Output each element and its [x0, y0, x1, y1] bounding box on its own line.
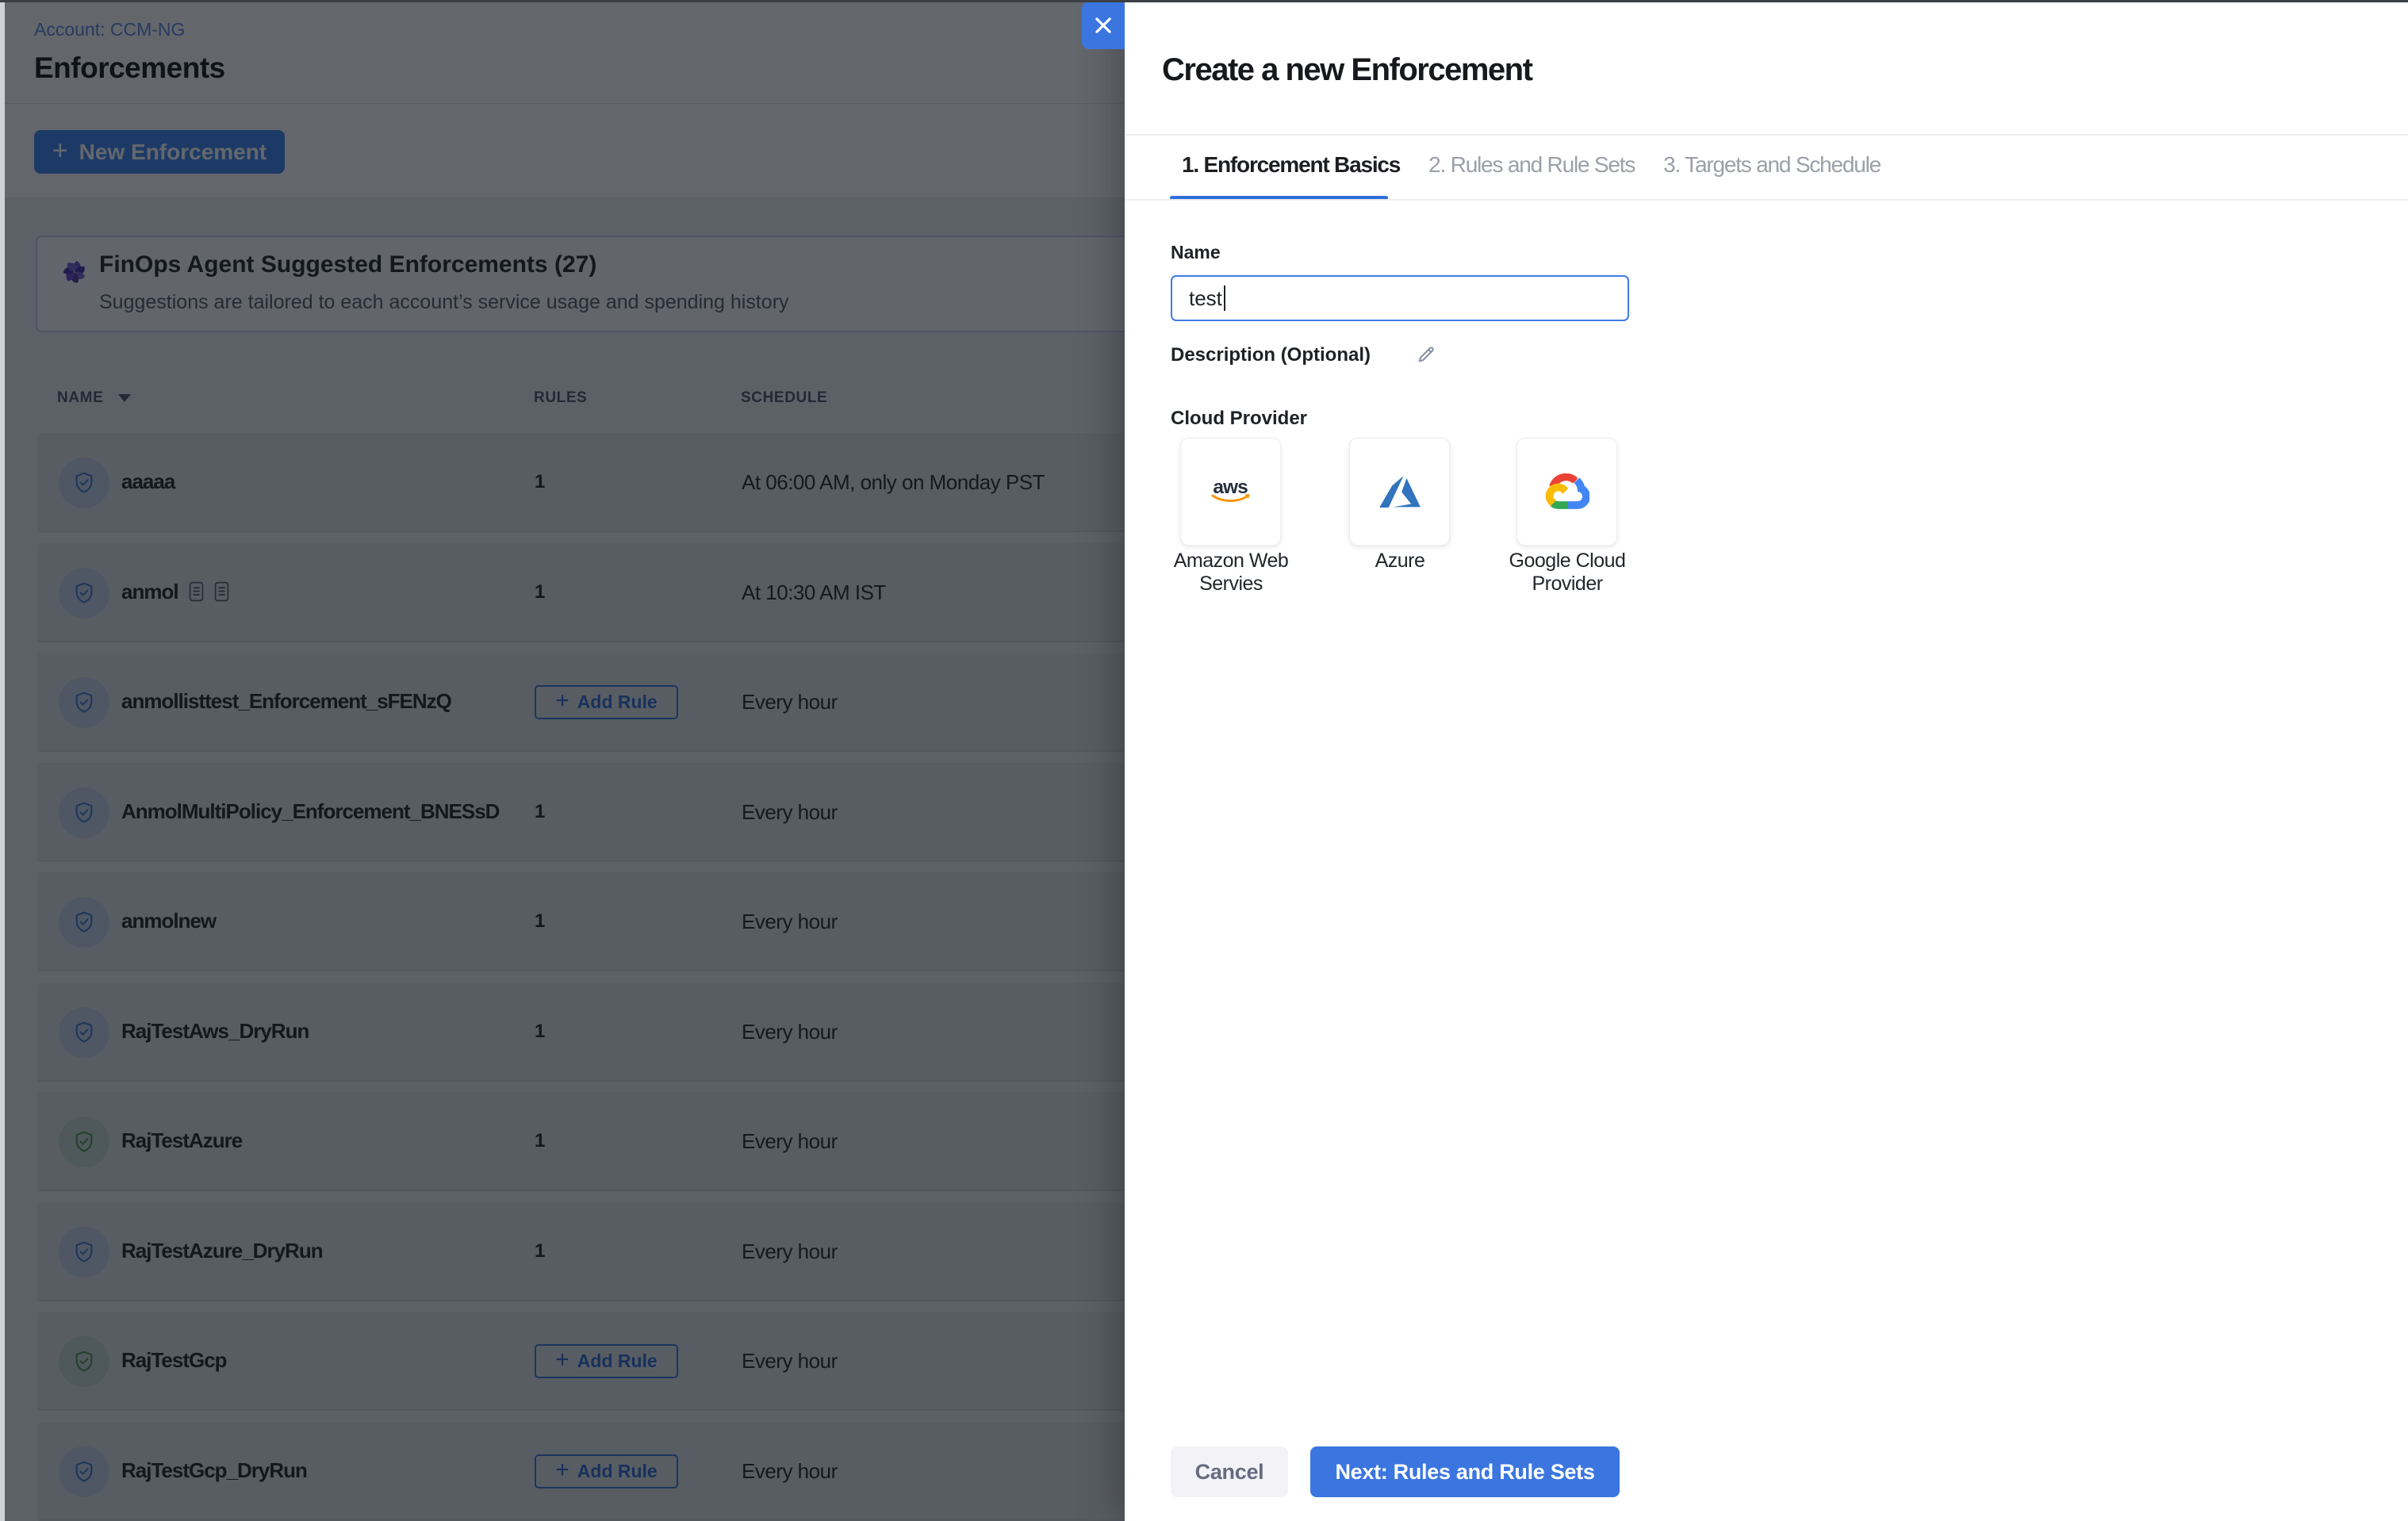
svg-text:aws: aws — [1213, 477, 1248, 498]
